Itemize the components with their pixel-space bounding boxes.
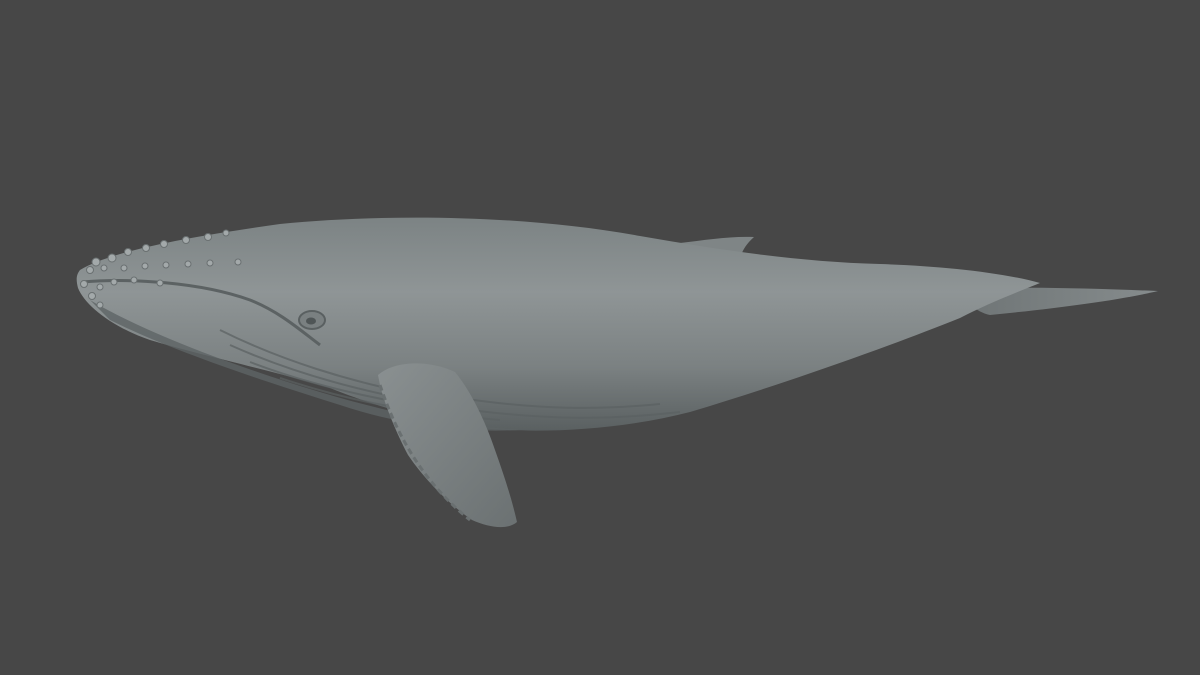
render-viewport (0, 0, 1200, 675)
whale-body (76, 217, 1041, 431)
model-scene (76, 217, 1158, 528)
whale-eye-pupil (306, 317, 316, 325)
